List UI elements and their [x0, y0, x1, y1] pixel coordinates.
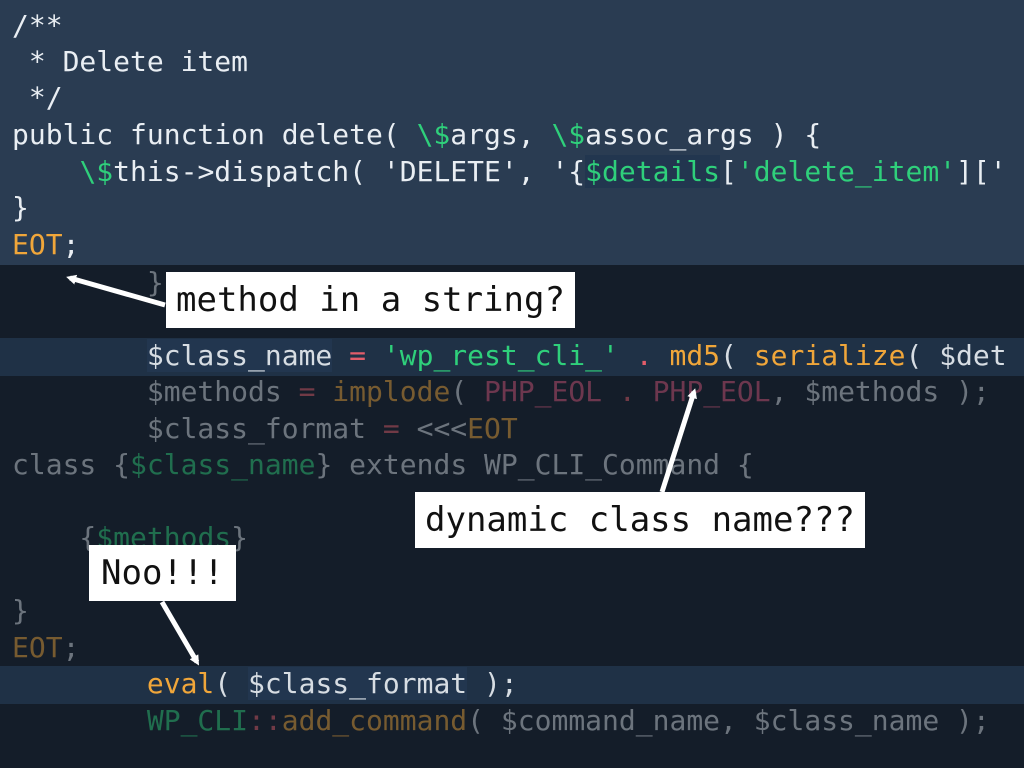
- callout-dynamic-class: dynamic class name???: [415, 492, 865, 548]
- arrow-dynamic-class: [659, 388, 697, 493]
- callout-method-string: method in a string?: [166, 272, 575, 328]
- callout-noo: Noo!!!: [89, 545, 236, 601]
- annotation-arrows: [66, 274, 697, 666]
- arrow-method-string: [66, 274, 166, 308]
- arrow-noo: [159, 600, 200, 666]
